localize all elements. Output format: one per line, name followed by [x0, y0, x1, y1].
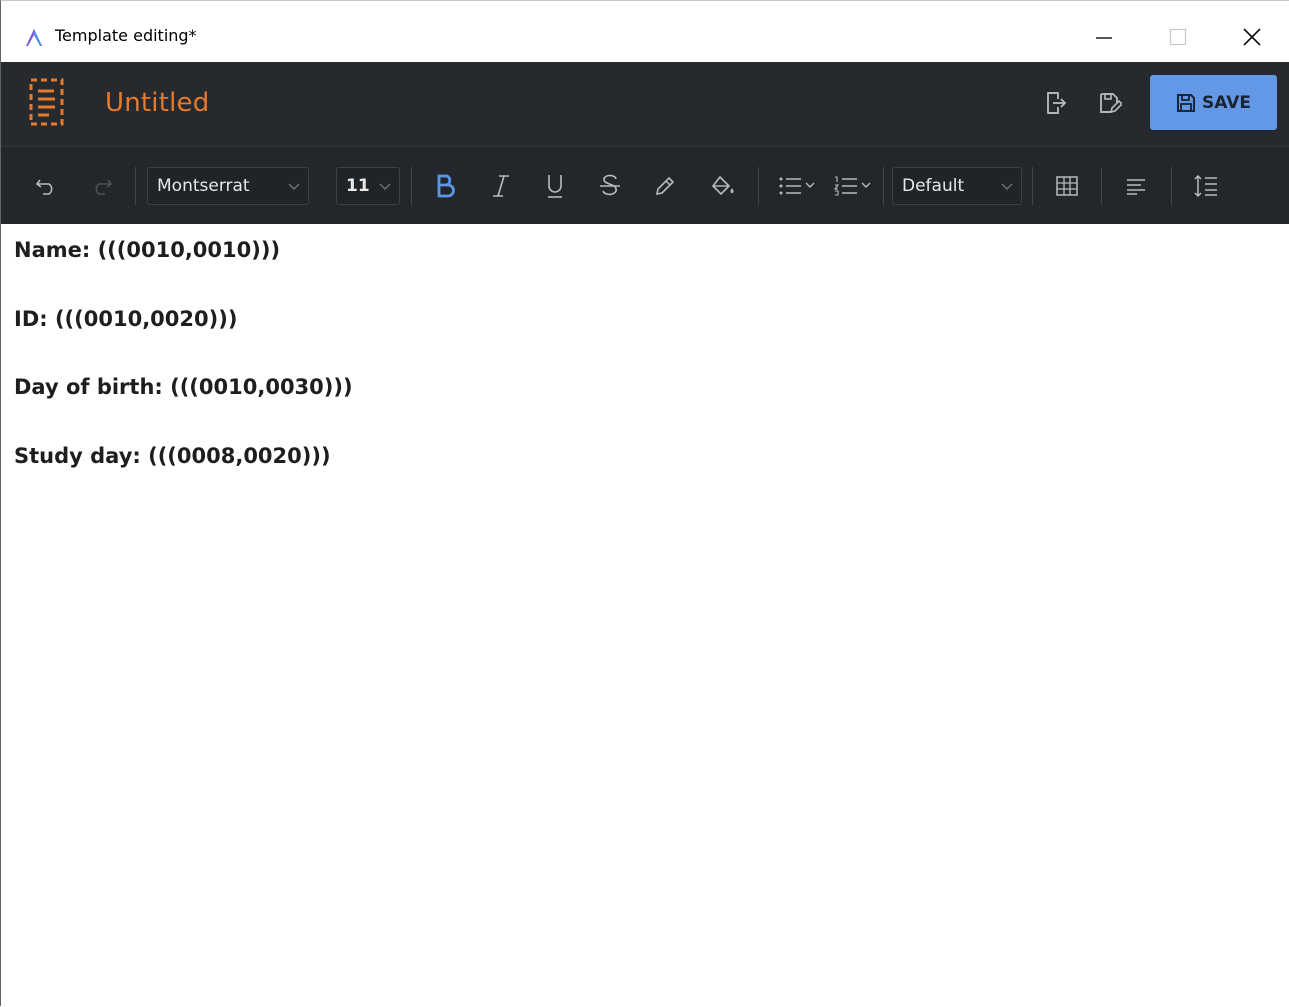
- toolbar-separator: [135, 167, 136, 205]
- chevron-down-icon: [1001, 183, 1013, 190]
- document-icon: [29, 78, 64, 126]
- window-title: Template editing*: [55, 26, 197, 45]
- toolbar-separator: [1171, 167, 1172, 205]
- paragraph-style-value: Default: [902, 176, 965, 196]
- paragraph-style-select[interactable]: Default: [892, 167, 1022, 205]
- font-family-value: Montserrat: [157, 176, 250, 196]
- fill-color-icon[interactable]: [707, 169, 739, 203]
- font-size-select[interactable]: 11: [336, 167, 400, 205]
- font-family-select[interactable]: Montserrat: [147, 167, 309, 205]
- redo-icon[interactable]: [87, 169, 115, 203]
- highlight-pen-icon[interactable]: [650, 169, 680, 203]
- line-spacing-icon[interactable]: [1191, 169, 1221, 203]
- document-line-study-day: Study day: (((0008,0020))): [14, 444, 331, 468]
- underline-icon[interactable]: [540, 169, 570, 203]
- toolbar-separator: [1101, 167, 1102, 205]
- template-editor-window: Template editing* Untitled SAVE Montserr…: [0, 0, 1289, 1007]
- document-line-name: Name: (((0010,0010))): [14, 238, 281, 262]
- italic-icon[interactable]: [486, 169, 516, 203]
- close-button[interactable]: [1229, 15, 1275, 59]
- close-icon: [1243, 28, 1261, 46]
- minimize-icon: [1096, 37, 1112, 39]
- toolbar-separator: [883, 167, 884, 205]
- bold-icon[interactable]: [431, 169, 461, 203]
- save-icon: [1176, 93, 1195, 112]
- title-bar: Template editing*: [1, 1, 1289, 62]
- toolbar-separator: [1032, 167, 1033, 205]
- chevron-down-icon: [288, 183, 300, 190]
- minimize-button[interactable]: [1081, 15, 1127, 59]
- undo-icon[interactable]: [33, 169, 61, 203]
- numbered-list-icon[interactable]: [833, 169, 877, 203]
- document-editor-area[interactable]: Name: (((0010,0010))) ID: (((0010,0020))…: [1, 224, 1289, 1007]
- maximize-button[interactable]: [1155, 15, 1201, 59]
- formatting-toolbar: Montserrat 11 Default: [1, 146, 1289, 224]
- save-as-icon[interactable]: [1098, 90, 1124, 116]
- document-line-day-of-birth: Day of birth: (((0010,0030))): [14, 375, 353, 399]
- table-icon[interactable]: [1052, 169, 1082, 203]
- document-line-id: ID: (((0010,0020))): [14, 307, 238, 331]
- font-size-value: 11: [346, 176, 370, 196]
- chevron-down-icon: [379, 183, 391, 190]
- document-title[interactable]: Untitled: [105, 88, 209, 118]
- save-button-label: SAVE: [1201, 92, 1252, 113]
- editor-header: Untitled SAVE: [1, 62, 1289, 146]
- toolbar-separator: [758, 167, 759, 205]
- save-button[interactable]: SAVE: [1150, 75, 1277, 130]
- toolbar-separator: [411, 167, 412, 205]
- maximize-icon: [1169, 28, 1187, 46]
- app-logo-icon: [23, 27, 45, 47]
- bullet-list-icon[interactable]: [777, 169, 821, 203]
- strikethrough-icon[interactable]: [595, 169, 625, 203]
- align-left-icon[interactable]: [1121, 169, 1151, 203]
- export-icon[interactable]: [1044, 90, 1068, 116]
